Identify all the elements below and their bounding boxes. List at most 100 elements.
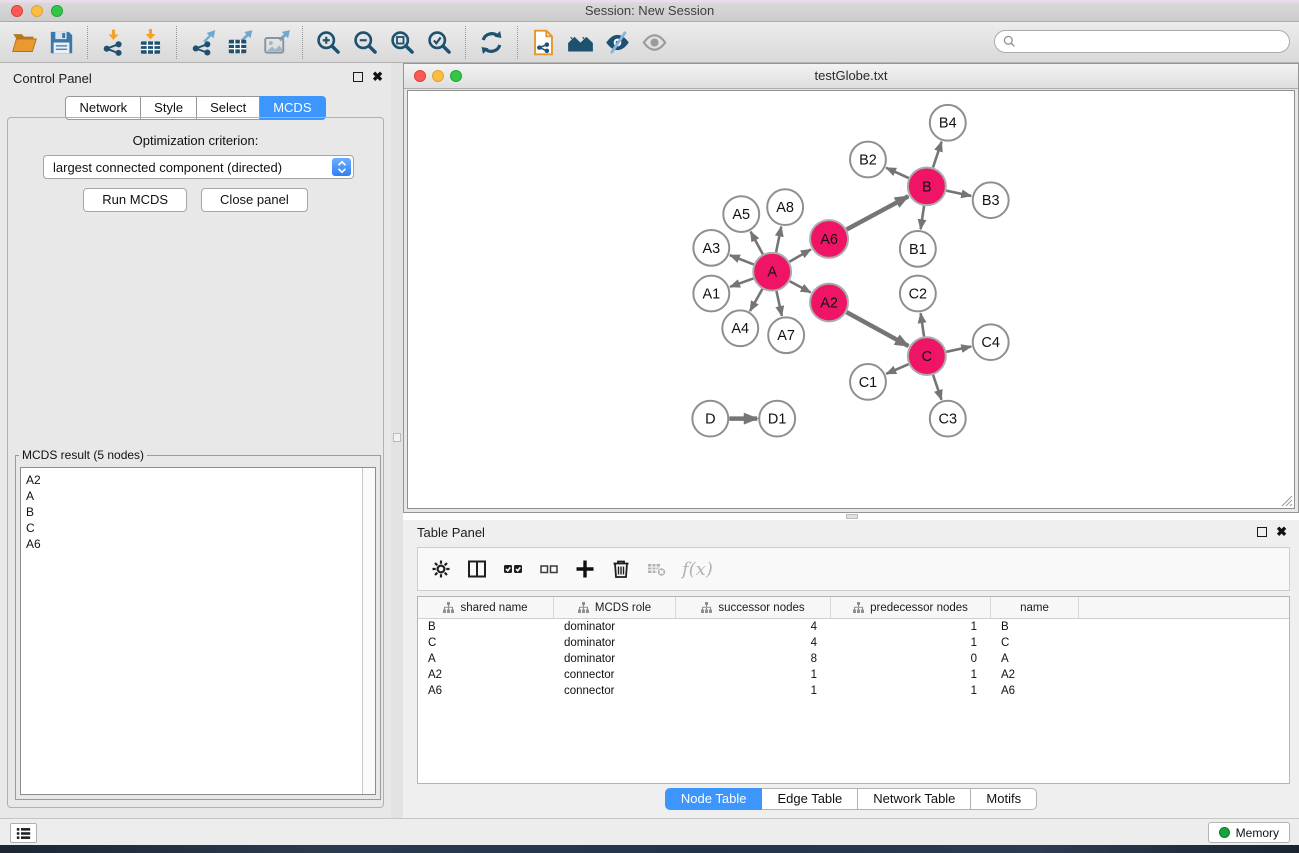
resize-grip-icon[interactable] [1280, 494, 1293, 507]
edge-A-A3[interactable] [730, 255, 754, 264]
horizontal-splitter[interactable] [403, 513, 1299, 520]
table-row[interactable]: A2connector11A2 [418, 667, 1289, 683]
edge-A-A8[interactable] [776, 227, 781, 253]
import-table-icon[interactable] [132, 26, 169, 59]
close-panel-icon[interactable]: ✖ [372, 72, 383, 82]
column-layout-icon[interactable] [466, 558, 488, 580]
edge-C-C1[interactable] [886, 364, 908, 374]
node-D1[interactable]: D1 [759, 401, 795, 437]
node-B1[interactable]: B1 [900, 231, 936, 267]
edge-A6-B[interactable] [847, 196, 909, 229]
zoom-out-icon[interactable] [347, 26, 384, 59]
export-table-icon[interactable] [221, 26, 258, 59]
show-icon[interactable] [636, 26, 673, 59]
result-item[interactable]: C [21, 520, 361, 536]
node-B[interactable]: B [908, 167, 946, 205]
result-item[interactable]: A6 [21, 536, 361, 552]
result-item[interactable]: B [21, 504, 361, 520]
settings-icon[interactable] [430, 558, 452, 580]
node-label: A7 [777, 328, 795, 344]
node-B2[interactable]: B2 [850, 142, 886, 178]
edge-B-B3[interactable] [946, 191, 971, 196]
edge-C-C4[interactable] [946, 346, 971, 351]
tab-motifs[interactable]: Motifs [971, 788, 1037, 810]
node-A8[interactable]: A8 [767, 189, 803, 225]
close-panel-button[interactable]: Close panel [201, 188, 308, 212]
node-A[interactable]: A [753, 253, 791, 291]
refresh-icon[interactable] [473, 26, 510, 59]
home-icon[interactable] [562, 26, 599, 59]
table-row[interactable]: Bdominator41B [418, 619, 1289, 635]
open-icon[interactable] [6, 26, 43, 59]
edge-B-B4[interactable] [933, 142, 942, 168]
node-A7[interactable]: A7 [768, 317, 804, 353]
node-D[interactable]: D [692, 401, 728, 437]
table-row[interactable]: A6connector11A6 [418, 683, 1289, 699]
column-header-successor-nodes[interactable]: successor nodes [676, 597, 831, 618]
optimization-criterion-select[interactable]: largest connected component (directed) [43, 155, 354, 179]
select-all-icon[interactable] [502, 558, 524, 580]
node-B4[interactable]: B4 [930, 105, 966, 141]
table-row[interactable]: Cdominator41C [418, 635, 1289, 651]
edge-A-A2[interactable] [790, 281, 811, 292]
run-mcds-button[interactable]: Run MCDS [83, 188, 187, 212]
node-A2[interactable]: A2 [810, 284, 848, 322]
float-table-panel-icon[interactable] [1257, 527, 1267, 537]
edge-C-C2[interactable] [921, 313, 924, 336]
add-column-icon[interactable] [574, 558, 596, 580]
edge-A-A7[interactable] [776, 291, 781, 316]
column-header-MCDS-role[interactable]: MCDS role [554, 597, 676, 618]
node-C4[interactable]: C4 [973, 324, 1009, 360]
tab-node-table[interactable]: Node Table [665, 788, 763, 810]
network-file-icon[interactable] [525, 26, 562, 59]
export-image-icon[interactable] [258, 26, 295, 59]
vertical-splitter-handle[interactable] [393, 433, 401, 442]
import-network-icon[interactable] [95, 26, 132, 59]
node-C[interactable]: C [908, 337, 946, 375]
node-A1[interactable]: A1 [693, 276, 729, 312]
search-input[interactable] [994, 30, 1290, 53]
edge-A-A4[interactable] [750, 289, 762, 311]
zoom-in-icon[interactable] [310, 26, 347, 59]
table-row[interactable]: Adominator80A [418, 651, 1289, 667]
edge-A2-C[interactable] [847, 312, 909, 346]
horizontal-splitter-handle[interactable] [846, 514, 858, 519]
tab-edge-table[interactable]: Edge Table [762, 788, 858, 810]
tab-network-table[interactable]: Network Table [858, 788, 971, 810]
network-canvas[interactable]: B4 B2 B B3 A5A8A6 A3 B1 A A1 C2 A2 A4 A7 C4 C C1 C3 D D1 [407, 90, 1295, 509]
network-window-titlebar[interactable]: testGlobe.txt [404, 64, 1298, 89]
edge-B-B1[interactable] [921, 206, 924, 229]
edge-C-C3[interactable] [933, 375, 941, 400]
column-header-predecessor-nodes[interactable]: predecessor nodes [831, 597, 991, 618]
save-icon[interactable] [43, 26, 80, 59]
node-B3[interactable]: B3 [973, 182, 1009, 218]
edge-A-A5[interactable] [751, 232, 763, 255]
task-history-button[interactable] [10, 823, 37, 843]
float-panel-icon[interactable] [353, 72, 363, 82]
zoom-fit-icon[interactable] [384, 26, 421, 59]
result-item[interactable]: A [21, 488, 361, 504]
deselect-all-icon[interactable] [538, 558, 560, 580]
node-A4[interactable]: A4 [722, 310, 758, 346]
column-header-name[interactable]: name [991, 597, 1079, 618]
vertical-splitter[interactable] [391, 63, 403, 818]
zoom-selected-icon[interactable] [421, 26, 458, 59]
result-item[interactable]: A2 [21, 472, 361, 488]
node-C3[interactable]: C3 [930, 401, 966, 437]
node-A5[interactable]: A5 [723, 196, 759, 232]
close-table-panel-icon[interactable]: ✖ [1276, 527, 1287, 537]
memory-button[interactable]: Memory [1208, 822, 1290, 843]
result-list-scrollbar[interactable] [362, 468, 375, 794]
edge-B-B2[interactable] [886, 168, 909, 178]
export-network-icon[interactable] [184, 26, 221, 59]
edge-A-A1[interactable] [730, 278, 753, 286]
delete-column-icon[interactable] [610, 558, 632, 580]
edge-A-A6[interactable] [789, 249, 810, 261]
hide-icon[interactable] [599, 26, 636, 59]
node-A6[interactable]: A6 [810, 220, 848, 258]
network-graph[interactable]: B4 B2 B B3 A5A8A6 A3 B1 A A1 C2 A2 A4 A7 C4 C C1 C3 D D1 [408, 91, 1294, 508]
node-C1[interactable]: C1 [850, 364, 886, 400]
node-C2[interactable]: C2 [900, 276, 936, 312]
column-header-shared-name[interactable]: shared name [418, 597, 554, 618]
node-A3[interactable]: A3 [693, 230, 729, 266]
